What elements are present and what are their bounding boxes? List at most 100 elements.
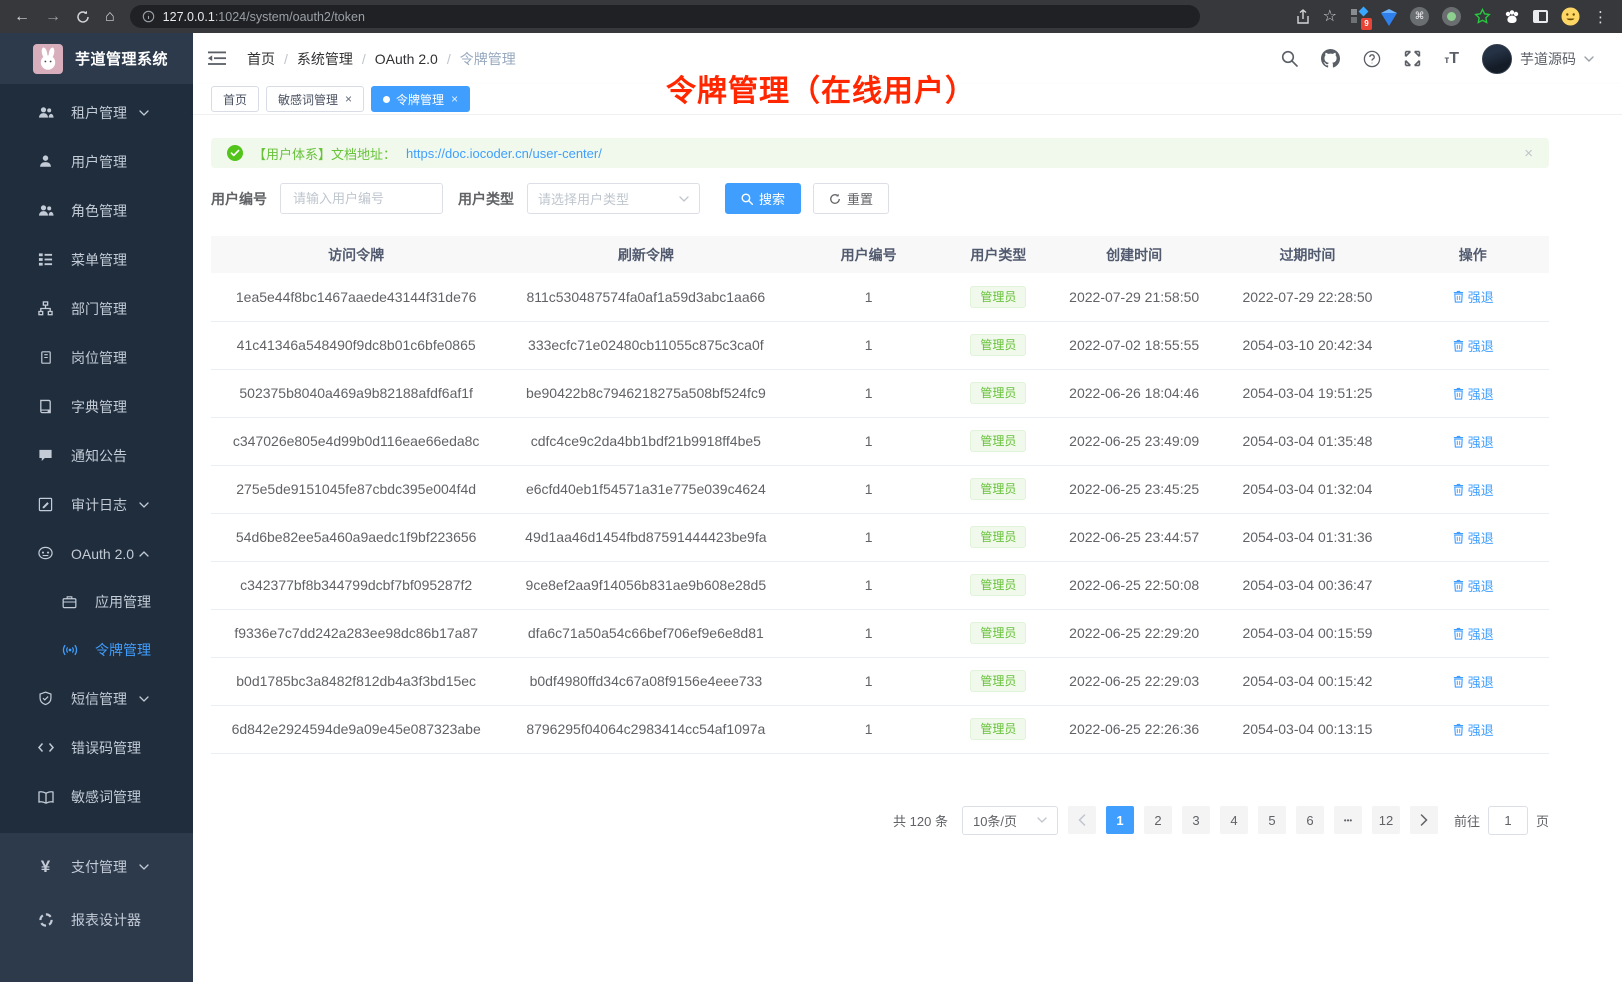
force-logout-button[interactable]: 强退 bbox=[1452, 720, 1494, 739]
github-icon[interactable] bbox=[1321, 49, 1340, 68]
doc-link[interactable]: https://doc.iocoder.cn/user-center/ bbox=[406, 146, 602, 161]
site-info-icon[interactable] bbox=[142, 10, 155, 23]
breadcrumb-item[interactable]: 首页 bbox=[247, 49, 275, 69]
sidebar-item[interactable]: 通知公告 bbox=[0, 431, 193, 480]
paw-extension-icon[interactable] bbox=[1504, 9, 1520, 25]
refresh-token-cell: 49d1aa46d1454fbd87591444423be9fa bbox=[501, 513, 790, 561]
sidebar-item[interactable]: 用户管理 bbox=[0, 137, 193, 186]
user-type-badge: 管理员 bbox=[970, 670, 1026, 692]
sidebar-item-label: 敏感词管理 bbox=[71, 787, 141, 807]
sidebar-item[interactable]: 短信管理 bbox=[0, 674, 193, 723]
column-header: 刷新令牌 bbox=[501, 236, 790, 273]
user-type-cell: 管理员 bbox=[947, 369, 1050, 417]
sidebar-item[interactable]: 敏感词管理 bbox=[0, 772, 193, 821]
breadcrumb-item[interactable]: 系统管理 bbox=[297, 49, 353, 69]
force-logout-button[interactable]: 强退 bbox=[1452, 287, 1494, 306]
alert-text: 【用户体系】文档地址： bbox=[253, 144, 396, 163]
prev-page-button[interactable] bbox=[1068, 806, 1096, 834]
page-ellipsis[interactable]: ••• bbox=[1334, 806, 1362, 834]
next-page-button[interactable] bbox=[1410, 806, 1438, 834]
force-logout-button[interactable]: 强退 bbox=[1452, 528, 1494, 547]
sidebar-item[interactable]: OAuth 2.0 bbox=[0, 529, 193, 578]
trash-icon bbox=[1452, 627, 1465, 640]
sidebar-item[interactable]: 令牌管理 bbox=[0, 626, 193, 674]
sidebar-item-label: 报表设计器 bbox=[71, 910, 141, 930]
sidebar-collapse-icon[interactable] bbox=[208, 51, 227, 66]
gem-extension-icon[interactable] bbox=[1381, 13, 1397, 26]
sidebar-item[interactable]: 角色管理 bbox=[0, 186, 193, 235]
tab-close-icon[interactable]: × bbox=[451, 92, 458, 106]
sidebar-item[interactable]: 部门管理 bbox=[0, 284, 193, 333]
reload-icon[interactable] bbox=[76, 10, 90, 24]
page-size-select[interactable]: 10条/页 bbox=[962, 806, 1058, 835]
sidebar-menu: 租户管理用户管理角色管理菜单管理部门管理岗位管理字典管理通知公告审计日志OAut… bbox=[0, 84, 193, 821]
breadcrumb-item[interactable]: OAuth 2.0 bbox=[375, 51, 438, 67]
tab-label: 首页 bbox=[223, 91, 247, 108]
profile-emoji-avatar[interactable] bbox=[1561, 7, 1580, 26]
user-menu[interactable]: 芋道源码 bbox=[1482, 44, 1594, 74]
breadcrumb-item[interactable]: 令牌管理 bbox=[460, 49, 516, 69]
green-star-extension-icon[interactable] bbox=[1474, 8, 1491, 25]
goto-page-input[interactable] bbox=[1488, 806, 1528, 835]
alert-close-icon[interactable]: × bbox=[1524, 145, 1533, 162]
back-icon[interactable]: ← bbox=[14, 9, 30, 25]
search-button[interactable]: 搜索 bbox=[725, 183, 801, 214]
search-icon[interactable] bbox=[1281, 50, 1298, 67]
force-logout-button[interactable]: 强退 bbox=[1452, 672, 1494, 691]
share-icon[interactable] bbox=[1296, 9, 1310, 25]
token-signal-icon bbox=[61, 643, 78, 657]
command-extension-icon[interactable]: ⌘ bbox=[1410, 7, 1429, 26]
home-icon[interactable]: ⌂ bbox=[105, 9, 115, 25]
access-token-cell: c347026e805e4d99b0d116eae66eda8c bbox=[211, 417, 501, 465]
extension-grid-icon[interactable]: 9 bbox=[1350, 8, 1368, 26]
bookmark-star-icon[interactable]: ☆ bbox=[1323, 9, 1337, 25]
force-logout-button[interactable]: 强退 bbox=[1452, 624, 1494, 643]
fullscreen-icon[interactable] bbox=[1404, 50, 1421, 67]
font-size-icon[interactable]: тT bbox=[1444, 50, 1459, 68]
page-button[interactable]: 4 bbox=[1220, 806, 1248, 834]
user-id-input[interactable] bbox=[280, 183, 443, 214]
sidebar-item[interactable]: 审计日志 bbox=[0, 480, 193, 529]
user-type-select[interactable]: 请选择用户类型 bbox=[527, 183, 700, 214]
force-logout-button[interactable]: 强退 bbox=[1452, 576, 1494, 595]
sidebar-item[interactable]: 租户管理 bbox=[0, 88, 193, 137]
force-logout-button[interactable]: 强退 bbox=[1452, 480, 1494, 499]
chevron-down-icon bbox=[135, 110, 152, 116]
tab-close-icon[interactable]: × bbox=[345, 92, 352, 106]
force-logout-button[interactable]: 强退 bbox=[1452, 336, 1494, 355]
sidebar-item[interactable]: 报表设计器 bbox=[0, 893, 193, 946]
page-button[interactable]: 2 bbox=[1144, 806, 1172, 834]
record-extension-icon[interactable] bbox=[1442, 7, 1461, 26]
help-icon[interactable] bbox=[1363, 50, 1381, 68]
page-button[interactable]: 1 bbox=[1106, 806, 1134, 834]
reset-button[interactable]: 重置 bbox=[813, 183, 889, 214]
sidebar-item-label: 短信管理 bbox=[71, 689, 127, 709]
search-icon bbox=[741, 193, 753, 205]
app-logo-bar[interactable]: 芋道管理系统 bbox=[0, 33, 193, 84]
browser-menu-icon[interactable]: ⋮ bbox=[1593, 8, 1608, 26]
user-type-cell: 管理员 bbox=[947, 561, 1050, 609]
side-panel-icon[interactable] bbox=[1533, 10, 1548, 23]
page-button[interactable]: 12 bbox=[1372, 806, 1400, 834]
sidebar-item-label: 部门管理 bbox=[71, 299, 127, 319]
total-count: 共 120 条 bbox=[893, 811, 948, 830]
force-logout-button[interactable]: 强退 bbox=[1452, 384, 1494, 403]
sidebar-item[interactable]: 岗位管理 bbox=[0, 333, 193, 382]
page-button[interactable]: 3 bbox=[1182, 806, 1210, 834]
url-text: 127.0.0.1:1024/system/oauth2/token bbox=[163, 8, 365, 26]
sidebar-item[interactable]: 错误码管理 bbox=[0, 723, 193, 772]
page-button[interactable]: 6 bbox=[1296, 806, 1324, 834]
sidebar-item[interactable]: 字典管理 bbox=[0, 382, 193, 431]
sidebar-item[interactable]: ¥支付管理 bbox=[0, 840, 193, 893]
view-tab[interactable]: 敏感词管理× bbox=[266, 86, 364, 112]
forward-icon[interactable]: → bbox=[45, 9, 61, 25]
sidebar-item[interactable]: 菜单管理 bbox=[0, 235, 193, 284]
page-button[interactable]: 5 bbox=[1258, 806, 1286, 834]
view-tab[interactable]: 令牌管理× bbox=[371, 86, 470, 112]
expire-time-cell: 2054-03-04 00:15:42 bbox=[1218, 657, 1396, 705]
url-bar[interactable]: 127.0.0.1:1024/system/oauth2/token bbox=[130, 5, 1200, 28]
view-tab[interactable]: 首页 bbox=[211, 86, 259, 112]
sidebar-item[interactable]: 应用管理 bbox=[0, 578, 193, 626]
force-logout-button[interactable]: 强退 bbox=[1452, 432, 1494, 451]
audit-edit-icon bbox=[37, 497, 54, 512]
